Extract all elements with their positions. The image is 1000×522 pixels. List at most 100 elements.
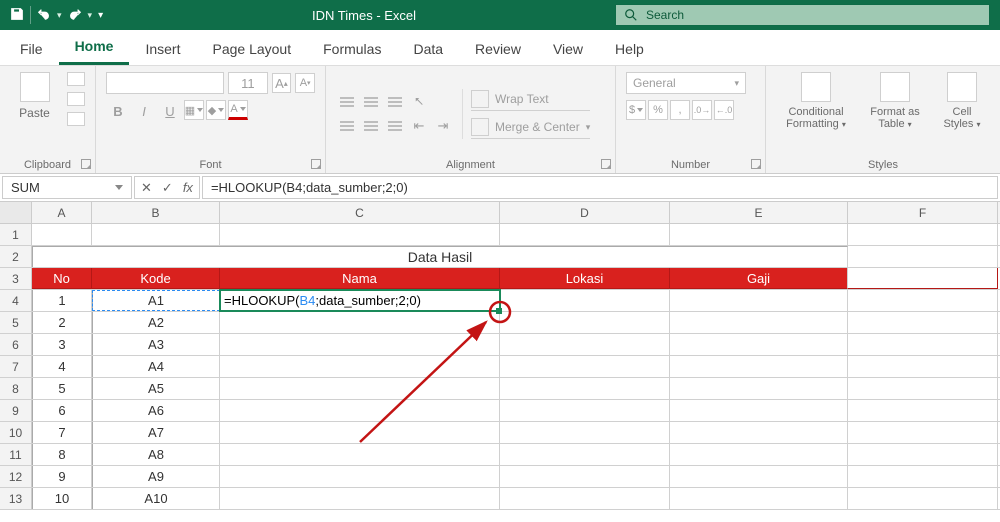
cell-kode[interactable]: A6	[92, 400, 220, 421]
row-header[interactable]: 4	[0, 290, 32, 311]
align-center-button[interactable]	[360, 116, 382, 136]
cell-kode[interactable]: A2	[92, 312, 220, 333]
row-header[interactable]: 3	[0, 268, 32, 289]
cell-no[interactable]: 10	[32, 488, 92, 509]
header-no[interactable]: No	[32, 268, 92, 289]
grow-font-button[interactable]: A▴	[272, 73, 292, 93]
cell[interactable]	[848, 466, 998, 487]
clipboard-dialog-launcher[interactable]	[81, 159, 91, 169]
format-as-table-button[interactable]: Format as Table ▾	[865, 72, 925, 130]
cell[interactable]	[848, 312, 998, 333]
cell-kode[interactable]: A10	[92, 488, 220, 509]
fx-icon[interactable]: fx	[183, 180, 193, 195]
redo-dropdown-icon[interactable]: ▾	[88, 10, 93, 21]
cell-no[interactable]: 2	[32, 312, 92, 333]
undo-dropdown-icon[interactable]: ▾	[57, 10, 62, 21]
header-lokasi[interactable]: Lokasi	[500, 268, 670, 289]
cell-lokasi[interactable]	[500, 356, 670, 377]
cell-no[interactable]: 6	[32, 400, 92, 421]
decrease-indent-button[interactable]: ⇤	[408, 116, 430, 136]
tab-help[interactable]: Help	[599, 33, 660, 65]
underline-button[interactable]: U	[158, 100, 182, 122]
save-icon[interactable]	[10, 7, 24, 24]
cell-gaji[interactable]	[670, 466, 848, 487]
tab-view[interactable]: View	[537, 33, 599, 65]
qat-customize-icon[interactable]: ▾	[98, 10, 103, 21]
cell-kode[interactable]: A8	[92, 444, 220, 465]
header-gaji[interactable]: Gaji	[670, 268, 848, 289]
cell-nama[interactable]	[220, 312, 500, 333]
cell-gaji[interactable]	[670, 378, 848, 399]
tab-data[interactable]: Data	[397, 33, 459, 65]
copy-icon[interactable]	[67, 92, 85, 106]
cell[interactable]	[848, 488, 998, 509]
bold-button[interactable]: B	[106, 100, 130, 122]
cell-kode[interactable]: A9	[92, 466, 220, 487]
italic-button[interactable]: I	[132, 100, 156, 122]
cell-nama[interactable]	[220, 422, 500, 443]
fill-color-button[interactable]: ◆	[206, 100, 226, 120]
cell-gaji[interactable]	[670, 312, 848, 333]
align-bottom-button[interactable]	[384, 92, 406, 112]
cell[interactable]	[670, 224, 848, 245]
cell[interactable]	[848, 422, 998, 443]
cell-lokasi[interactable]	[500, 334, 670, 355]
cell[interactable]	[32, 224, 92, 245]
cell-nama[interactable]	[220, 334, 500, 355]
align-top-button[interactable]	[336, 92, 358, 112]
decrease-decimal-button[interactable]: ←.0	[714, 100, 734, 120]
cell-lokasi[interactable]	[500, 466, 670, 487]
merge-center-button[interactable]: Merge & Center ▾	[471, 117, 590, 139]
cancel-formula-icon[interactable]: ✕	[141, 180, 152, 196]
select-all-corner[interactable]	[0, 202, 32, 223]
cell-lokasi[interactable]	[500, 400, 670, 421]
percent-format-button[interactable]: %	[648, 100, 668, 120]
search-box[interactable]: Search	[615, 4, 990, 26]
tab-formulas[interactable]: Formulas	[307, 33, 397, 65]
cell-styles-button[interactable]: Cell Styles ▾	[939, 72, 985, 130]
cell-no[interactable]: 7	[32, 422, 92, 443]
cell-kode[interactable]: A4	[92, 356, 220, 377]
align-left-button[interactable]	[336, 116, 358, 136]
cell[interactable]	[848, 246, 998, 267]
row-header[interactable]: 11	[0, 444, 32, 465]
wrap-text-button[interactable]: Wrap Text	[471, 89, 590, 111]
cut-icon[interactable]	[67, 72, 85, 86]
row-header[interactable]: 1	[0, 224, 32, 245]
row-header[interactable]: 13	[0, 488, 32, 509]
number-format-select[interactable]: General▾	[626, 72, 746, 94]
format-painter-icon[interactable]	[67, 112, 85, 126]
row-header[interactable]: 7	[0, 356, 32, 377]
cell-lokasi[interactable]	[500, 290, 670, 311]
cell[interactable]	[848, 290, 998, 311]
cell-lokasi[interactable]	[500, 312, 670, 333]
cell-nama[interactable]	[220, 400, 500, 421]
align-middle-button[interactable]	[360, 92, 382, 112]
cell-no[interactable]: 4	[32, 356, 92, 377]
conditional-formatting-button[interactable]: Conditional Formatting ▾	[781, 72, 851, 130]
row-header[interactable]: 8	[0, 378, 32, 399]
alignment-dialog-launcher[interactable]	[601, 159, 611, 169]
cell-gaji[interactable]	[670, 356, 848, 377]
align-right-button[interactable]	[384, 116, 406, 136]
cell[interactable]	[848, 400, 998, 421]
formula-input[interactable]: =HLOOKUP(B4;data_sumber;2;0)	[202, 176, 998, 199]
tab-file[interactable]: File	[6, 33, 59, 65]
cell-lokasi[interactable]	[500, 422, 670, 443]
col-header-E[interactable]: E	[670, 202, 848, 223]
cell-nama[interactable]	[220, 444, 500, 465]
cell[interactable]	[848, 356, 998, 377]
col-header-C[interactable]: C	[220, 202, 500, 223]
header-kode[interactable]: Kode	[92, 268, 220, 289]
cell-nama[interactable]	[220, 378, 500, 399]
border-button[interactable]: ▦	[184, 100, 204, 120]
tab-review[interactable]: Review	[459, 33, 537, 65]
paste-button[interactable]: Paste	[10, 72, 59, 120]
cell[interactable]	[500, 224, 670, 245]
col-header-F[interactable]: F	[848, 202, 998, 223]
shrink-font-button[interactable]: A▾	[295, 73, 315, 93]
col-header-A[interactable]: A	[32, 202, 92, 223]
enter-formula-icon[interactable]: ✓	[162, 180, 173, 196]
cell-gaji[interactable]	[670, 488, 848, 509]
font-size-select[interactable]: 11	[228, 72, 267, 94]
